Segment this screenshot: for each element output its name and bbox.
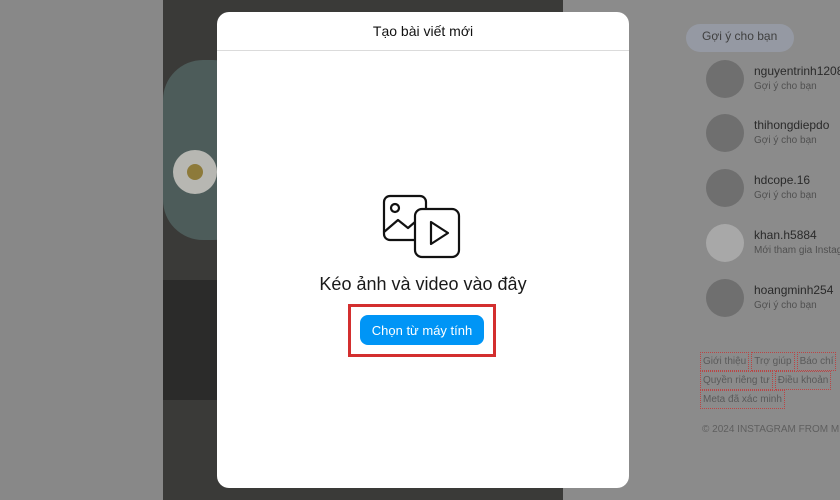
select-from-computer-button[interactable]: Chọn từ máy tính — [360, 315, 484, 345]
suggestions-title: Gợi ý cho bạn — [702, 29, 778, 43]
suggestion-username[interactable]: hdcope.16 — [754, 173, 810, 187]
footer-link-press[interactable]: Báo chí — [796, 352, 837, 371]
footer-link-help[interactable]: Trợ giúp — [751, 352, 795, 371]
create-post-modal: Tạo bài viết mới Kéo ảnh và video vào đâ… — [217, 12, 629, 488]
modal-title: Tạo bài viết mới — [372, 23, 474, 39]
page-background-left — [0, 0, 163, 500]
footer-link-meta-verified[interactable]: Meta đã xác minh — [700, 390, 785, 409]
suggestion-subtitle: Gợi ý cho bạn — [754, 300, 817, 311]
suggestion-username[interactable]: thihongdiepdo — [754, 118, 829, 132]
suggestion-username[interactable]: nguyentrinh1208 — [754, 64, 840, 78]
suggestion-subtitle: Mới tham gia Instagram — [754, 245, 840, 256]
footer-links: Giới thiệu Trợ giúp Báo chí Quyền riêng tư Đ… — [700, 352, 840, 409]
avatar[interactable] — [706, 60, 744, 98]
photo-video-icon — [382, 194, 461, 259]
suggestion-subtitle: Gợi ý cho bạn — [754, 190, 817, 201]
media-shape-dark — [163, 280, 223, 400]
suggestion-item[interactable]: hdcope.16 Gợi ý cho bạn — [706, 169, 840, 209]
suggestion-username[interactable]: khan.h5884 — [754, 228, 817, 242]
copyright-text: © 2024 INSTAGRAM FROM META — [702, 424, 840, 435]
footer-link-about[interactable]: Giới thiệu — [700, 352, 750, 371]
modal-header: Tạo bài viết mới — [217, 12, 629, 51]
suggestion-username[interactable]: hoangminh254 — [754, 283, 833, 297]
footer-link-privacy[interactable]: Quyền riêng tư — [700, 371, 773, 390]
media-flower-shape — [173, 150, 217, 194]
avatar[interactable] — [706, 114, 744, 152]
suggestion-subtitle: Gợi ý cho bạn — [754, 81, 817, 92]
avatar[interactable] — [706, 169, 744, 207]
suggestion-item[interactable]: hoangminh254 Gợi ý cho bạn — [706, 279, 840, 319]
suggestion-item[interactable]: thihongdiepdo Gợi ý cho bạn — [706, 114, 840, 154]
suggestion-item[interactable]: khan.h5884 Mới tham gia Instagram — [706, 224, 840, 264]
drop-instruction: Kéo ảnh và video vào đây — [319, 274, 527, 294]
suggestion-item[interactable]: nguyentrinh1208 Gợi ý cho bạn — [706, 60, 840, 100]
avatar[interactable] — [706, 224, 744, 262]
avatar[interactable] — [706, 279, 744, 317]
suggestion-subtitle: Gợi ý cho bạn — [754, 135, 817, 146]
footer-link-terms[interactable]: Điều khoản — [774, 371, 832, 390]
